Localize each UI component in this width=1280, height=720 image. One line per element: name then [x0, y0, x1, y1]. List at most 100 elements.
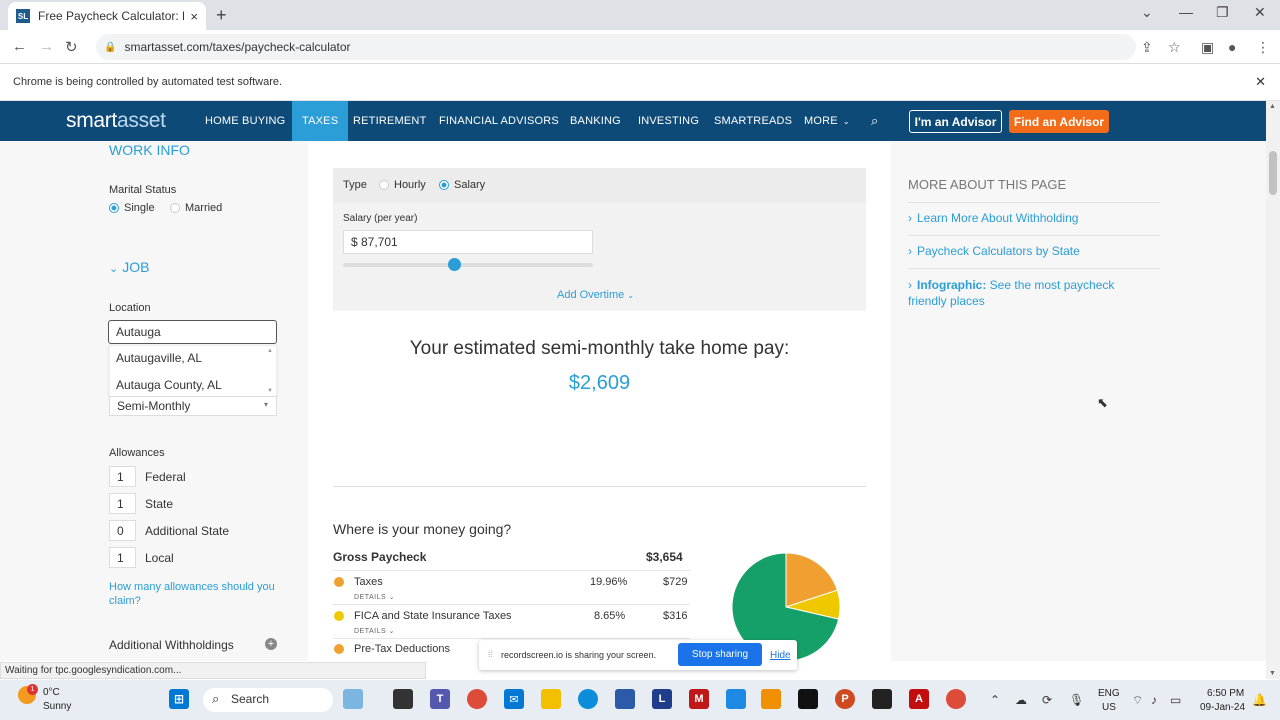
scrollbar-thumb[interactable] — [1269, 151, 1277, 195]
nav-smartreads[interactable]: SMARTREADS — [714, 101, 792, 141]
divider — [333, 486, 866, 487]
radio-single[interactable]: Single — [109, 202, 155, 214]
link-withholding[interactable]: › Learn More About Withholding — [908, 211, 1078, 225]
dropdown-scroll-up-icon[interactable]: ▲ — [267, 348, 273, 354]
scroll-down-icon[interactable]: ▼ — [1269, 670, 1276, 677]
git-icon[interactable] — [761, 689, 781, 709]
cmd-icon[interactable] — [872, 689, 892, 709]
close-window-icon[interactable]: ✕ — [1254, 4, 1266, 21]
windows-start-icon[interactable]: ⊞ — [169, 689, 189, 709]
back-icon[interactable]: ← — [12, 38, 27, 55]
type-label: Type — [343, 179, 367, 191]
suggestion-item[interactable]: Autauga County, AL — [116, 378, 222, 392]
clock-time[interactable]: 6:50 PM — [1207, 688, 1244, 699]
page-scrollbar[interactable]: ▲ ▼ — [1266, 101, 1280, 679]
chrome-icon[interactable] — [467, 689, 487, 709]
taxes-details-link[interactable]: DETAILS ⌄ — [354, 593, 395, 601]
nav-home-buying[interactable]: HOME BUYING — [205, 101, 285, 141]
profile-icon[interactable]: ● — [1228, 39, 1236, 55]
find-an-advisor-button[interactable]: Find an Advisor — [1009, 110, 1109, 133]
file-explorer-icon[interactable] — [541, 689, 561, 709]
allowance-help-link[interactable]: How many allowances should you claim? — [109, 580, 279, 608]
plus-icon[interactable]: + — [265, 638, 277, 650]
salary-slider-track[interactable] — [343, 263, 593, 267]
additional-withholdings-label[interactable]: Additional Withholdings — [109, 638, 234, 652]
taskbar-search[interactable]: ⌕ Search — [203, 688, 333, 712]
nav-banking[interactable]: BANKING — [570, 101, 621, 141]
fica-details-link[interactable]: DETAILS ⌄ — [354, 627, 395, 635]
infobar-close-icon[interactable]: ✕ — [1255, 74, 1266, 90]
share-icon[interactable]: ⇪ — [1141, 39, 1153, 56]
edge-icon[interactable] — [578, 689, 598, 709]
store-icon[interactable] — [615, 689, 635, 709]
minimize-icon[interactable]: — — [1179, 4, 1193, 20]
radio-salary[interactable]: Salary — [439, 179, 485, 191]
terminal-icon[interactable] — [798, 689, 818, 709]
tab-close-icon[interactable]: × — [190, 9, 198, 24]
chrome-active-icon[interactable] — [946, 689, 966, 709]
dropdown-scroll-down-icon[interactable]: ▼ — [267, 388, 273, 394]
volume-icon[interactable]: ♪ — [1151, 693, 1157, 707]
state-label: State — [145, 497, 174, 511]
federal-allowance-input[interactable]: 1 — [109, 466, 136, 487]
onedrive-icon[interactable]: ☁ — [1015, 693, 1027, 707]
nav-investing[interactable]: INVESTING — [638, 101, 699, 141]
scroll-up-icon[interactable]: ▲ — [1269, 103, 1276, 110]
wifi-icon[interactable]: ⌔ — [1132, 693, 1143, 708]
nav-taxes[interactable]: TAXES — [292, 101, 349, 141]
tray-expand-icon[interactable]: ⌃ — [990, 693, 1000, 707]
forward-icon[interactable]: → — [39, 38, 54, 55]
menu-icon[interactable]: ⋮ — [1256, 39, 1270, 56]
new-tab-button[interactable]: + — [216, 5, 227, 26]
app-icon[interactable] — [726, 689, 746, 709]
salary-slider-handle[interactable] — [448, 258, 461, 271]
salary-label: Salary (per year) — [343, 213, 418, 224]
mcafee-icon[interactable]: M — [689, 689, 709, 709]
link-infographic[interactable]: › Infographic: See the most paycheck frie… — [908, 277, 1148, 309]
salary-input[interactable]: $ 87,701 — [343, 230, 593, 254]
language-indicator[interactable]: ENG — [1098, 688, 1120, 699]
teams-icon[interactable]: T — [430, 689, 450, 709]
suggestion-item[interactable]: Autaugaville, AL — [116, 351, 202, 365]
smartasset-logo[interactable]: smartasset — [66, 109, 166, 133]
radio-married[interactable]: Married — [170, 202, 222, 214]
location-input[interactable]: Autauga — [108, 320, 277, 344]
radio-off-icon — [379, 180, 389, 191]
lync-icon[interactable]: L — [652, 689, 672, 709]
state-allowance-input[interactable]: 1 — [109, 493, 136, 514]
maximize-icon[interactable]: ❐ — [1216, 4, 1229, 21]
nav-retirement[interactable]: RETIREMENT — [353, 101, 427, 141]
job-heading[interactable]: ⌄ JOB — [109, 259, 149, 275]
battery-icon[interactable]: ▭ — [1170, 693, 1181, 707]
radio-hourly[interactable]: Hourly — [379, 179, 426, 191]
drag-handle-icon[interactable]: ⁞⁞ — [488, 649, 493, 659]
divider — [333, 604, 690, 605]
chevron-down-icon: ⌄ — [109, 263, 119, 275]
im-an-advisor-button[interactable]: I'm an Advisor — [909, 110, 1002, 133]
search-icon[interactable]: ⌕ — [871, 101, 878, 141]
bookmark-star-icon[interactable]: ☆ — [1168, 39, 1181, 56]
link-calculators-by-state[interactable]: › Paycheck Calculators by State — [908, 244, 1080, 258]
stop-sharing-button[interactable]: Stop sharing — [678, 643, 762, 666]
notification-icon[interactable]: 🔔 — [1252, 693, 1267, 707]
powerpoint-icon[interactable]: P — [835, 689, 855, 709]
task-view-icon[interactable] — [393, 689, 413, 709]
hide-share-link[interactable]: Hide — [770, 650, 791, 661]
widget-icon[interactable] — [343, 689, 363, 709]
acrobat-icon[interactable]: A — [909, 689, 929, 709]
sync-icon[interactable]: ⟳ — [1042, 693, 1052, 707]
additional-state-allowance-input[interactable]: 0 — [109, 520, 136, 541]
url-field[interactable]: 🔒 smartasset.com/taxes/paycheck-calculat… — [96, 34, 1136, 60]
side-panel-icon[interactable]: ▣ — [1201, 39, 1214, 56]
add-overtime-link[interactable]: Add Overtime ⌄ — [557, 289, 634, 301]
mail-icon[interactable]: ✉ — [504, 689, 524, 709]
microphone-icon[interactable]: 🎙 — [1069, 693, 1084, 707]
local-allowance-input[interactable]: 1 — [109, 547, 136, 568]
tab-search-icon[interactable]: ⌄ — [1141, 4, 1153, 21]
reload-icon[interactable]: ↻ — [65, 38, 78, 56]
pay-frequency-select[interactable]: Semi-Monthly ▾ — [109, 396, 277, 416]
chevron-right-icon: › — [908, 244, 912, 258]
browser-tab[interactable]: SL Free Paycheck Calculator: Hourl × — [8, 2, 206, 30]
nav-financial-advisors[interactable]: FINANCIAL ADVISORS — [439, 101, 559, 141]
nav-more[interactable]: MORE ⌄ — [804, 101, 850, 141]
